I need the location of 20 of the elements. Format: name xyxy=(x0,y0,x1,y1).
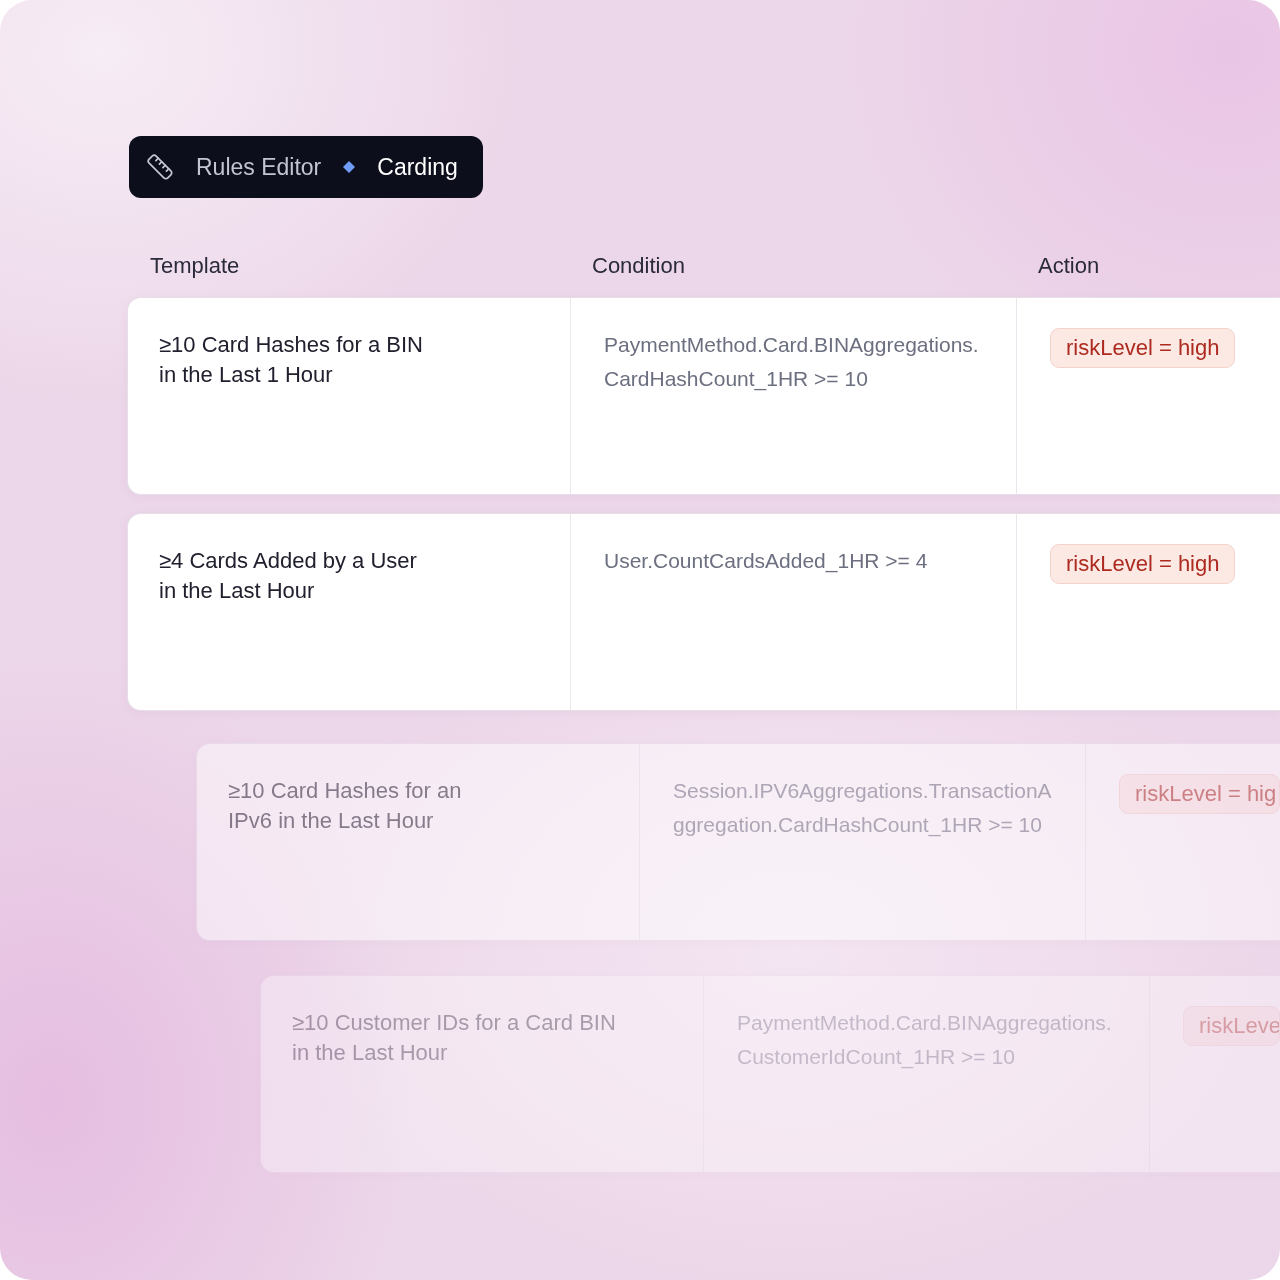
column-header: Template xyxy=(150,252,240,280)
condition-expression: User.CountCardsAdded_1HR >= 4 xyxy=(604,548,928,575)
ruler-icon xyxy=(146,153,174,181)
column-header: Condition xyxy=(592,252,685,280)
action-badge: riskLevel = high xyxy=(1050,544,1236,584)
template-name: ≥10 Customer IDs for a Card BIN in the Last Hour xyxy=(292,1009,616,1067)
breadcrumb-link[interactable]: Rules Editor xyxy=(196,152,322,182)
diamond-icon xyxy=(343,161,356,173)
rule-row-card[interactable]: ≥10 Card Hashes for a BIN in the Last 1 Hour PaymentMethod.Card.BINAggregations.CardHashCount_1HR >= 10 riskLevel = high xyxy=(127,297,1280,495)
action-badge: riskLevel = high xyxy=(1050,328,1236,368)
breadcrumb-link[interactable]: Carding xyxy=(377,152,458,182)
template-name: ≥10 Card Hashes for an IPv6 in the Last Hour xyxy=(228,777,462,835)
action-badge: riskLevel = hig xyxy=(1119,774,1280,814)
rule-row-card[interactable]: ≥10 Card Hashes for an IPv6 in the Last Hour Session.IPV6Aggregations.TransactionAggregation.CardHashCount_1HR >= 10 riskLevel = hig xyxy=(196,743,1280,941)
template-name: ≥10 Card Hashes for a BIN in the Last 1 Hour xyxy=(159,331,423,389)
condition-expression: PaymentMethod.Card.BINAggregations.CardHashCount_1HR >= 10 xyxy=(604,332,980,393)
template-name: ≥4 Cards Added by a User in the Last Hour xyxy=(159,547,417,605)
rule-row-card[interactable]: ≥4 Cards Added by a User in the Last Hour User.CountCardsAdded_1HR >= 4 riskLevel = high xyxy=(127,513,1280,711)
column-header: Action xyxy=(1038,252,1100,280)
condition-expression: Session.IPV6Aggregations.TransactionAggregation.CardHashCount_1HR >= 10 xyxy=(673,778,1053,839)
